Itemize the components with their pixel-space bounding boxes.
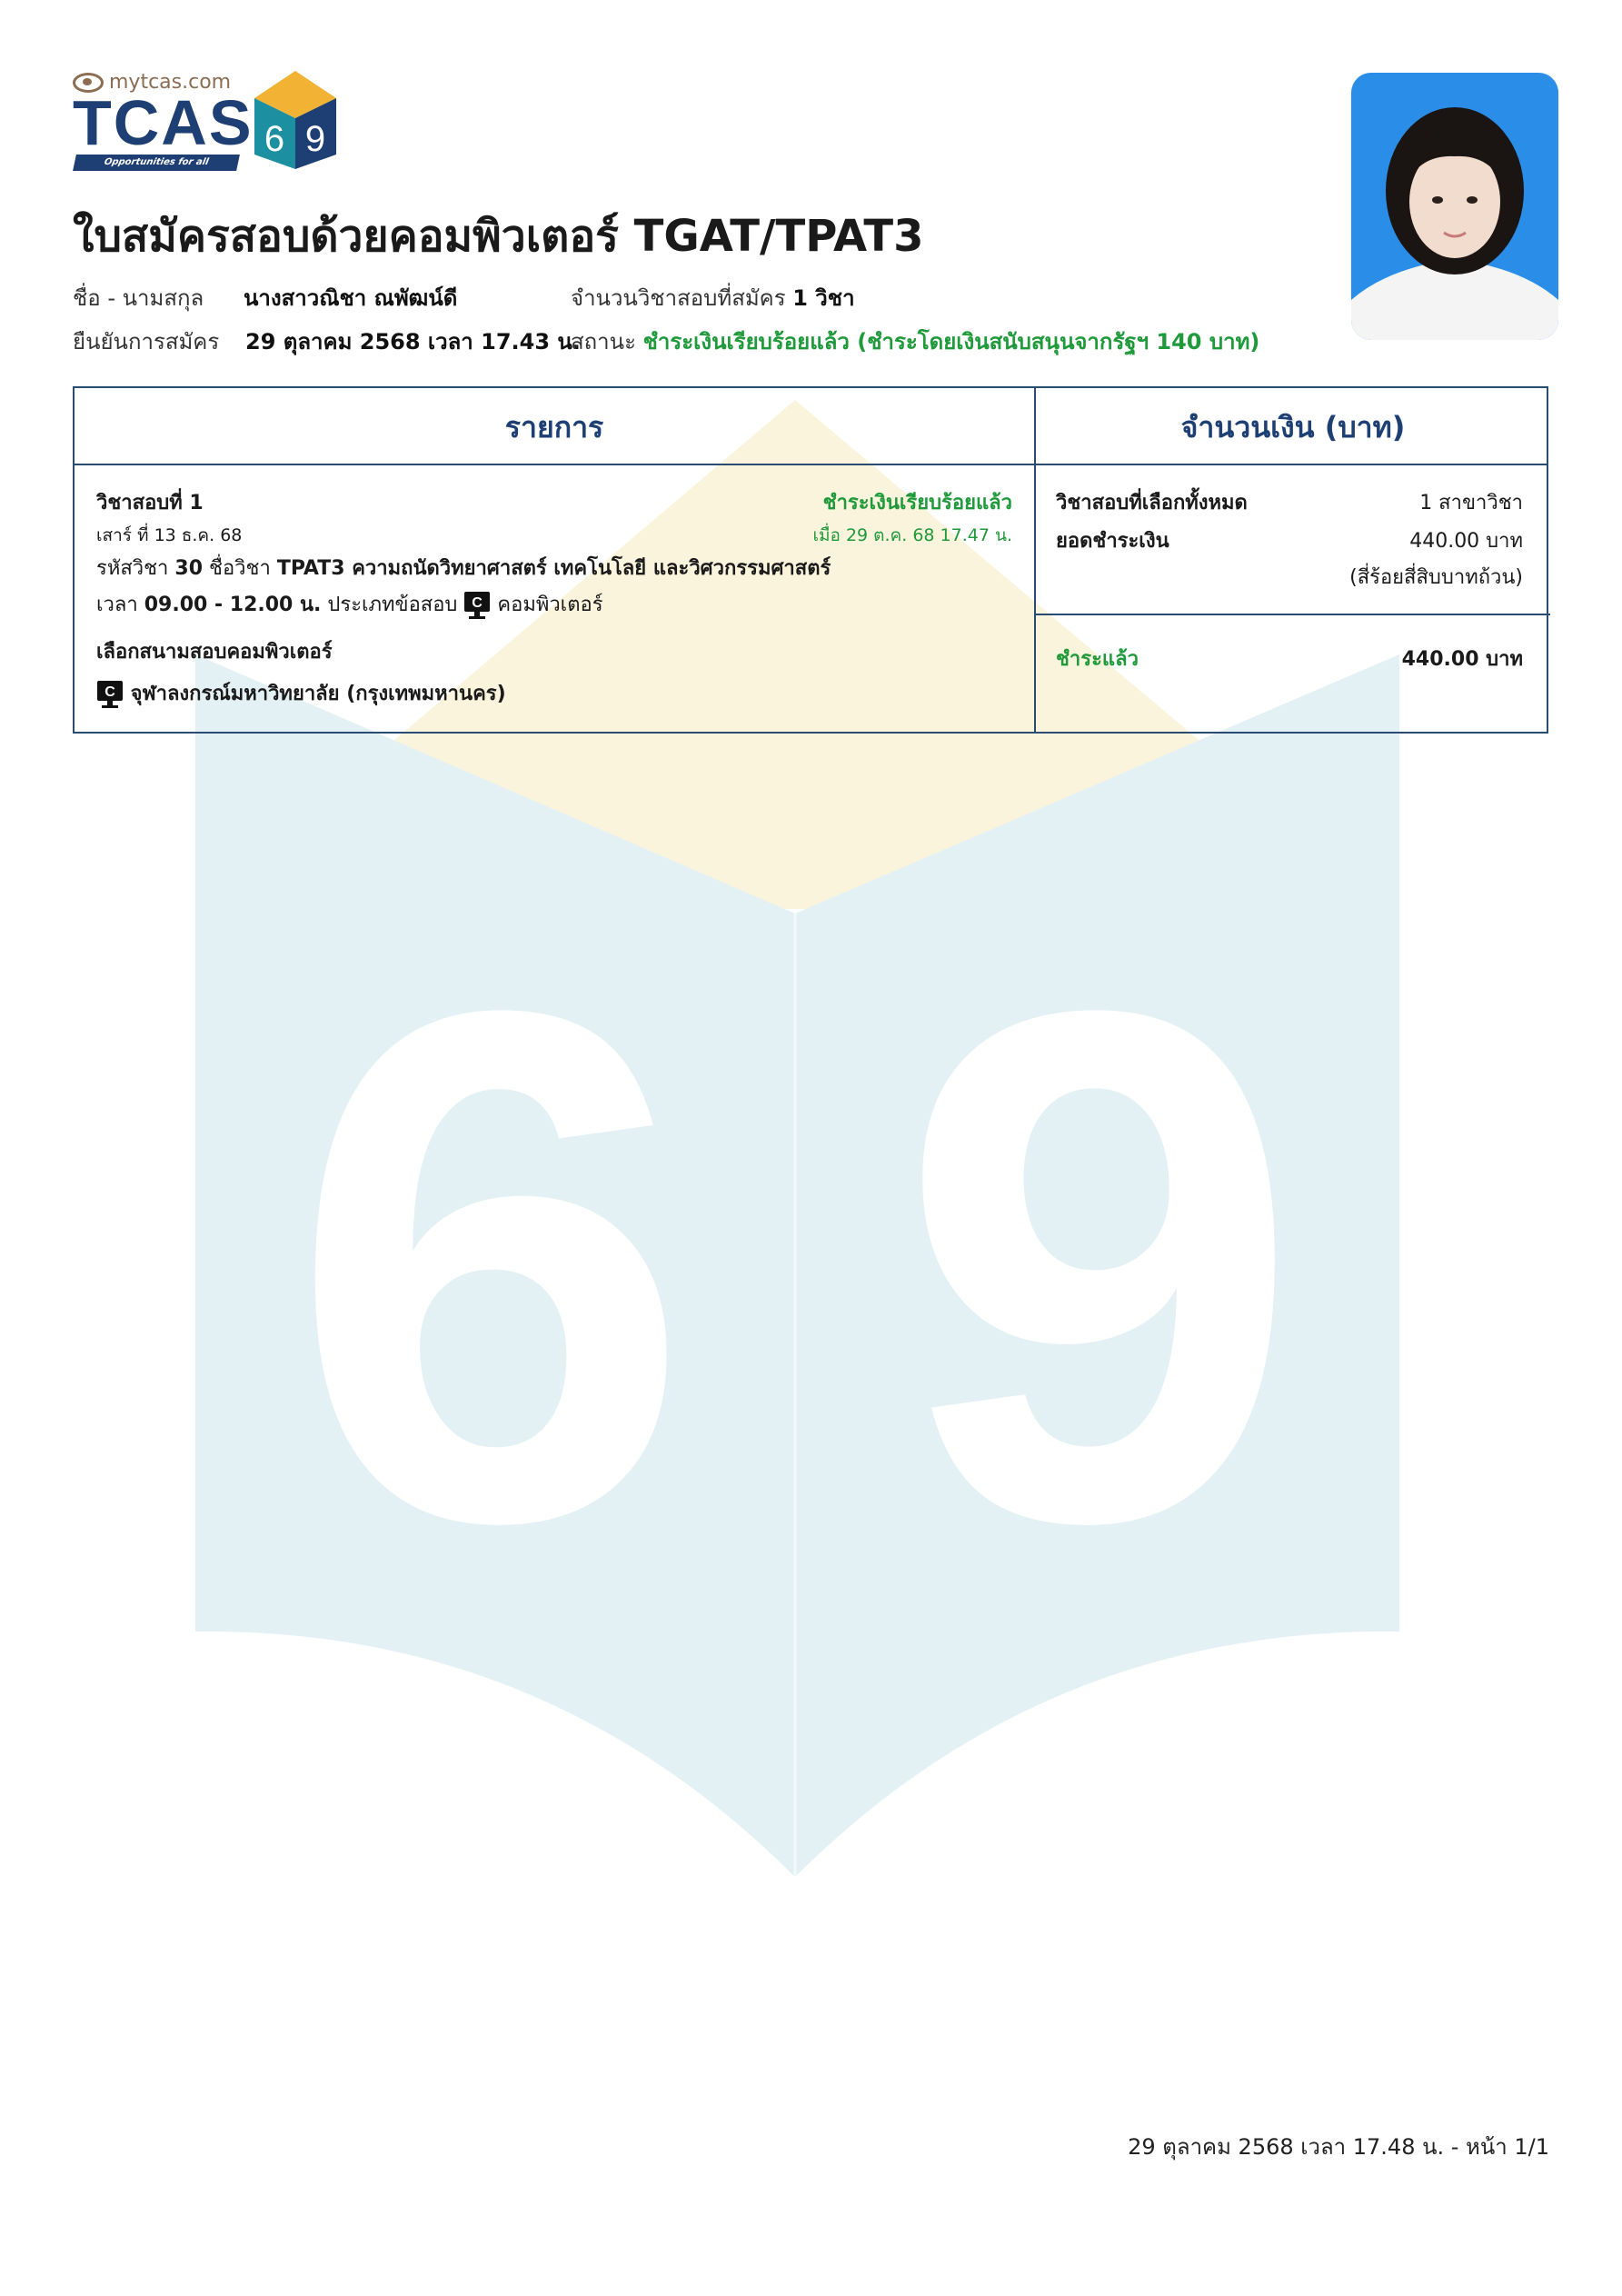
payment-status: ชำระเงินเรียบร้อยแล้ว bbox=[822, 492, 1012, 514]
venue-line: C จุฬาลงกรณ์มหาวิทยาลัย (กรุงเทพมหานคร) bbox=[96, 677, 506, 709]
logo-badge-digit: 6 bbox=[264, 119, 284, 159]
confirm-value: 29 ตุลาคม 2568 เวลา 17.43 น. bbox=[245, 329, 581, 354]
total-in-words: (สี่ร้อยสี่สิบบาทถ้วน) bbox=[1349, 566, 1523, 589]
name-label: ชื่อ - นามสกุล bbox=[73, 285, 204, 311]
subjects-label: วิชาสอบที่เลือกทั้งหมด bbox=[1056, 492, 1248, 514]
application-table: รายการ จำนวนเงิน (บาท) วิชาสอบที่ 1 เสาร… bbox=[73, 386, 1550, 734]
confirm-label: ยืนยันการสมัคร bbox=[73, 329, 220, 354]
svg-text:9: 9 bbox=[898, 860, 1302, 1672]
page-title: ใบสมัครสอบด้วยคอมพิวเตอร์ TGAT/TPAT3 bbox=[73, 211, 924, 262]
svg-text:6: 6 bbox=[289, 860, 693, 1672]
status-value: ชำระเงินเรียบร้อยแล้ว (ชำระโดยเงินสนับสน… bbox=[642, 329, 1260, 354]
total-label: ยอดชำระเงิน bbox=[1056, 530, 1169, 553]
count-value: 1 วิชา bbox=[792, 285, 855, 311]
logo-69-badge: 6 9 bbox=[254, 71, 336, 169]
exam-time-line: เวลา 09.00 - 12.00 น. ประเภทข้อสอบ C คอม… bbox=[96, 588, 603, 620]
name-value: นางสาวณิชา ณพัฒน์ดี bbox=[244, 285, 458, 311]
exam-date: เสาร์ ที่ 13 ธ.ค. 68 bbox=[96, 525, 243, 545]
paid-value: 440.00 บาท bbox=[1401, 648, 1523, 671]
header-amount: จำนวนเงิน (บาท) bbox=[1180, 410, 1406, 444]
total-value: 440.00 บาท bbox=[1409, 530, 1523, 553]
applicant-photo bbox=[1351, 73, 1558, 340]
venue-name: จุฬาลงกรณ์มหาวิทยาลัย (กรุงเทพมหานคร) bbox=[130, 683, 506, 705]
payment-time: เมื่อ 29 ต.ค. 68 17.47 น. bbox=[812, 525, 1012, 545]
computer-venue-icon: C bbox=[97, 681, 123, 708]
status-label: สถานะ bbox=[571, 329, 636, 354]
paid-label: ชำระแล้ว bbox=[1056, 648, 1139, 671]
logo-brand: TCAS bbox=[73, 87, 254, 158]
header-items: รายการ bbox=[504, 410, 604, 444]
svg-text:C: C bbox=[473, 595, 483, 611]
subject-code: 30 bbox=[174, 557, 204, 580]
logo-tagline: Opportunities for all bbox=[73, 155, 240, 171]
subject-title: วิชาสอบที่ 1 bbox=[96, 492, 204, 514]
svg-text:C: C bbox=[104, 684, 115, 700]
tcas-logo: mytcas.com TCAS Opportunities for all 6 … bbox=[73, 67, 345, 176]
exam-time: 09.00 - 12.00 น. bbox=[144, 594, 322, 616]
logo-badge-digit: 9 bbox=[305, 119, 325, 159]
subjects-value: 1 สาขาวิชา bbox=[1419, 492, 1523, 514]
page-footer: 29 ตุลาคม 2568 เวลา 17.48 น. - หน้า 1/1 bbox=[1128, 2134, 1549, 2160]
subject-code-line: รหัสวิชา 30 ชื่อวิชา TPAT3 ความถนัดวิทยา… bbox=[96, 557, 831, 580]
venue-heading: เลือกสนามสอบคอมพิวเตอร์ bbox=[96, 641, 333, 664]
subject-name: TPAT3 ความถนัดวิทยาศาสตร์ เทคโนโลยี และว… bbox=[276, 557, 831, 580]
exam-type: คอมพิวเตอร์ bbox=[497, 594, 603, 616]
computer-exam-icon: C bbox=[464, 592, 491, 619]
count-label: จำนวนวิชาสอบที่สมัคร bbox=[571, 285, 786, 311]
